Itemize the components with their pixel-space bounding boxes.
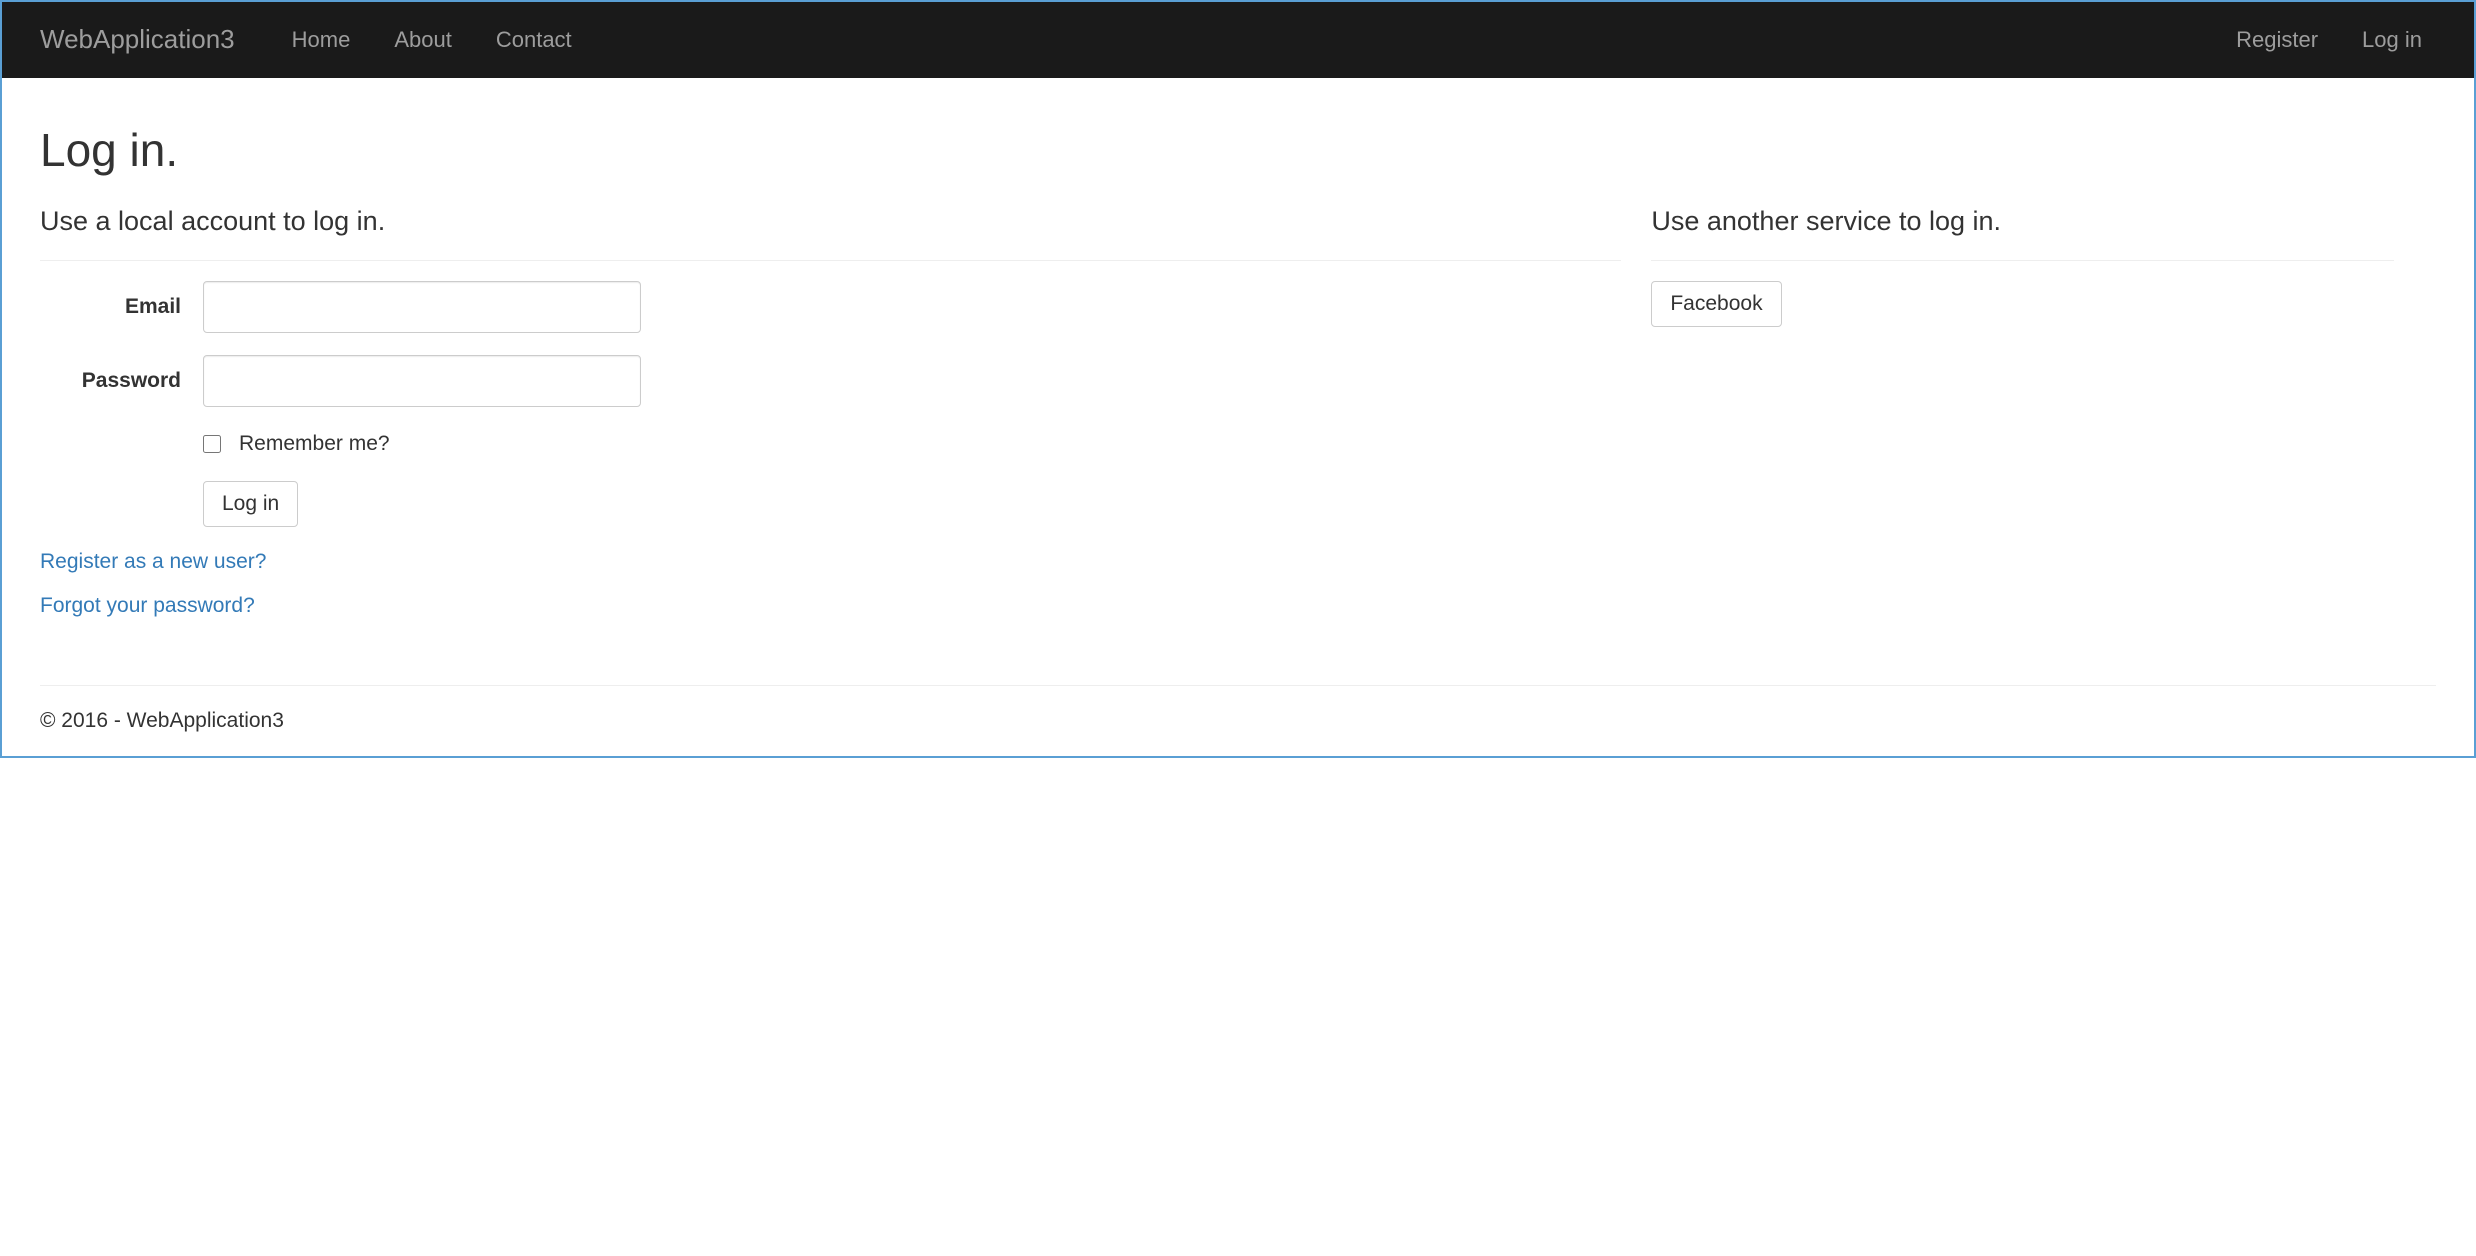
password-field[interactable]	[203, 355, 641, 407]
external-login-section: Use another service to log in. Facebook	[1651, 202, 2394, 328]
nav-link-about[interactable]: About	[372, 9, 474, 70]
external-login-providers: Facebook	[1651, 281, 2394, 327]
login-button[interactable]: Log in	[203, 481, 298, 527]
form-group-remember: Remember me?	[203, 429, 1621, 459]
navbar-nav-left: Home About Contact	[270, 9, 594, 70]
login-form: Email Password Remember me? L	[40, 281, 1621, 527]
local-login-section: Use a local account to log in. Email Pas…	[40, 202, 1621, 622]
email-label: Email	[40, 292, 203, 322]
forgot-password-link[interactable]: Forgot your password?	[40, 594, 255, 617]
navbar-nav-right: Register Log in	[2214, 9, 2444, 70]
form-group-email: Email	[40, 281, 1621, 333]
local-login-column: Use a local account to log in. Email Pas…	[40, 202, 1621, 636]
login-links: Register as a new user? Forgot your pass…	[40, 547, 1621, 621]
external-login-heading: Use another service to log in.	[1651, 202, 2394, 241]
email-field[interactable]	[203, 281, 641, 333]
form-group-password: Password	[40, 355, 1621, 407]
local-login-heading: Use a local account to log in.	[40, 202, 1621, 241]
login-row: Use a local account to log in. Email Pas…	[40, 202, 2436, 636]
footer-text: © 2016 - WebApplication3	[40, 706, 2436, 736]
facebook-login-button[interactable]: Facebook	[1651, 281, 1781, 327]
navbar-left: WebApplication3 Home About Contact	[32, 6, 2194, 73]
main-container: Log in. Use a local account to log in. E…	[2, 78, 2474, 655]
register-new-user-link[interactable]: Register as a new user?	[40, 550, 266, 573]
nav-link-home[interactable]: Home	[270, 9, 373, 70]
page-title: Log in.	[40, 118, 2436, 184]
remember-label: Remember me?	[239, 429, 390, 459]
external-login-column: Use another service to log in. Facebook	[1651, 202, 2394, 636]
form-group-submit: Log in	[203, 481, 1621, 527]
password-label: Password	[40, 366, 203, 396]
footer: © 2016 - WebApplication3	[40, 685, 2436, 756]
nav-link-login[interactable]: Log in	[2340, 9, 2444, 70]
navbar: WebApplication3 Home About Contact Regis…	[2, 2, 2474, 78]
navbar-right: Register Log in	[2194, 9, 2444, 70]
divider	[1651, 260, 2394, 261]
remember-checkbox[interactable]	[203, 435, 221, 453]
navbar-brand[interactable]: WebApplication3	[32, 6, 250, 73]
remember-label-wrapper[interactable]: Remember me?	[203, 429, 1621, 459]
divider	[40, 260, 1621, 261]
nav-link-contact[interactable]: Contact	[474, 9, 594, 70]
nav-link-register[interactable]: Register	[2214, 9, 2340, 70]
